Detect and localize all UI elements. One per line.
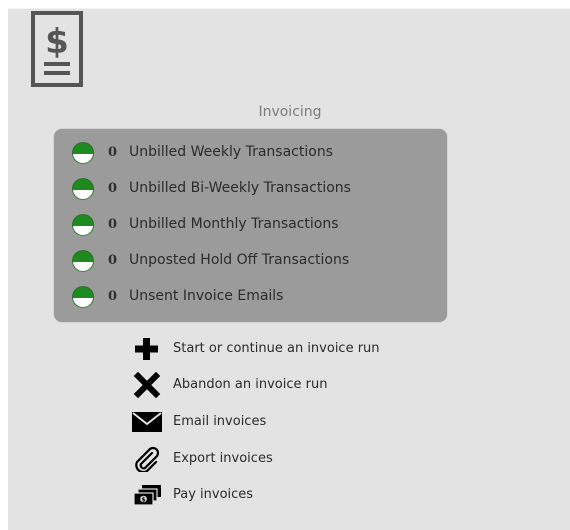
action-label: Start or continue an invoice run [173,341,380,356]
status-count: 0 [108,145,118,160]
green-status-dot-icon [72,142,94,164]
status-label: Unposted Hold Off Transactions [129,252,350,268]
green-status-dot-icon [72,286,94,308]
green-status-dot-icon [72,250,94,272]
status-label: Unbilled Monthly Transactions [129,216,339,232]
action-label: Email invoices [173,414,267,429]
envelope-icon [132,409,162,435]
green-status-dot-icon [72,214,94,236]
x-icon [132,371,162,399]
status-label: Unbilled Weekly Transactions [129,144,333,160]
plus-icon [132,336,162,362]
status-count: 0 [108,181,118,196]
dollar-invoice-icon: $ [31,11,83,91]
money-icon: $ [132,482,162,508]
action-label: Abandon an invoice run [173,377,328,392]
green-status-dot-icon [72,178,94,200]
action-label: Export invoices [173,451,273,466]
paperclip-icon [132,446,162,474]
status-label: Unsent Invoice Emails [129,288,284,304]
svg-text:$: $ [45,22,69,62]
status-count: 0 [108,253,118,268]
svg-text:$: $ [141,496,145,503]
status-count: 0 [108,217,118,232]
panel-top-border [8,8,570,9]
status-count: 0 [108,289,118,304]
action-label: Pay invoices [173,487,254,502]
status-label: Unbilled Bi-Weekly Transactions [129,180,351,196]
section-title: Invoicing [258,104,322,120]
status-summary-box: 0 Unbilled Weekly Transactions 0 Unbille… [54,129,447,322]
